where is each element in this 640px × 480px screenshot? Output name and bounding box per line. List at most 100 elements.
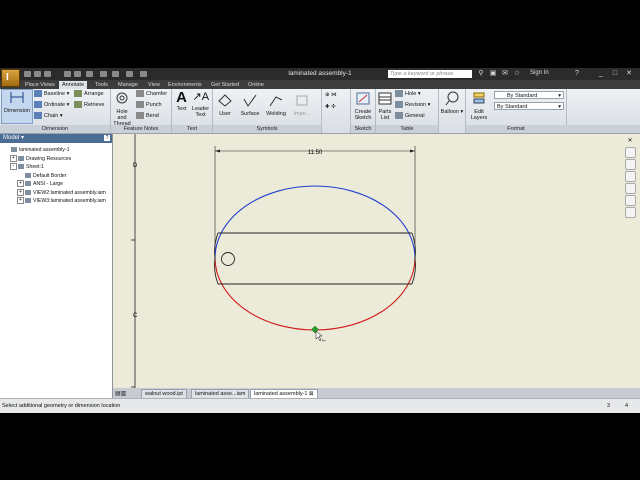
status-bar: Select additional geometry or dimension … [0, 398, 640, 413]
browser-help-icon[interactable]: ? [104, 135, 110, 141]
zoom-icon[interactable] [624, 171, 636, 182]
chain-icon [34, 112, 42, 120]
hole-thread-button[interactable]: Hole and Thread [111, 91, 133, 127]
browser-node[interactable]: Default Border [17, 172, 66, 180]
zoom-window-icon[interactable] [624, 183, 636, 194]
expand-icon[interactable]: + [10, 154, 17, 162]
tile-windows-icon[interactable]: ▤▥ [115, 390, 126, 397]
zoom-all-icon[interactable] [624, 195, 636, 206]
tree-node-icon [25, 172, 31, 178]
tab-environments[interactable]: Environments [165, 81, 205, 89]
browser-node[interactable]: + VIEW3:laminated assembly.iam [17, 197, 106, 205]
status-message: Select additional geometry or dimension … [2, 403, 121, 409]
baseline-button[interactable]: Baseline ▾ [34, 90, 69, 99]
leader-text-button[interactable]: ↗A Leader Text [190, 90, 211, 118]
communication-icon[interactable]: ✉ [500, 69, 510, 78]
upper-arc[interactable] [214, 185, 416, 259]
expand-icon[interactable]: + [17, 180, 24, 188]
tab-place-views[interactable]: Place Views [22, 81, 58, 89]
dimension-panel-label: Dimension [0, 125, 110, 133]
browser-node[interactable]: laminated assembly-1 [3, 146, 69, 154]
chamfer-button[interactable]: Chamfer [136, 90, 167, 99]
tree-node-icon [18, 155, 24, 161]
target-icon[interactable]: ⊕ ⋈ [325, 91, 337, 100]
tree-node-icon [25, 181, 31, 187]
hole-circle[interactable] [221, 252, 235, 266]
doc-tab-close-icon[interactable]: ⊠ [309, 391, 314, 397]
tab-manage[interactable]: Manage [115, 81, 141, 89]
doc-tab-laminated-assembly-1[interactable]: laminated assembly-1 ⊠ [250, 389, 318, 398]
user-symbol-button[interactable]: User [215, 93, 235, 117]
crosshair-icon[interactable]: ✚ ✣ [325, 103, 336, 112]
binoculars-icon[interactable]: ⚲ [476, 69, 486, 78]
inventor-logo-icon: I [6, 72, 9, 83]
import-button[interactable]: Impo... [290, 93, 314, 117]
dimension-icon [10, 92, 24, 103]
browser-node[interactable]: - Sheet:1 [10, 163, 44, 171]
style-combo[interactable]: By Standard ▾ [494, 91, 564, 99]
subscription-icon[interactable]: ▣ [488, 69, 498, 78]
baseline-icon [34, 90, 42, 98]
doc-tab-laminated-assembly-iam[interactable]: laminated asse...iam [191, 389, 250, 398]
close-button[interactable]: ✕ [624, 69, 634, 78]
sign-in-link[interactable]: Sign In [530, 70, 549, 76]
tab-get-started[interactable]: Get Started [208, 81, 242, 89]
doc-tab-walnut-wood[interactable]: walnut wood.ipt [141, 389, 187, 398]
leader-text-icon: ↗A [192, 91, 210, 103]
chain-button[interactable]: Chain ▾ [34, 112, 63, 121]
browser-node[interactable]: + Drawing Resources [10, 154, 71, 163]
balloon-panel: Balloon ▾ [439, 89, 466, 133]
browser-node-label: Default Border [33, 172, 67, 179]
zoom-selected-icon[interactable] [624, 207, 636, 218]
edit-layers-button[interactable]: Edit Layers [467, 91, 491, 121]
surface-button[interactable]: Surface [238, 93, 262, 117]
drawing-canvas[interactable]: D C 11.50 ⊢ ✕ [113, 134, 640, 388]
bend-button[interactable]: Bend [136, 112, 159, 121]
dimension-button[interactable]: Dimension [1, 89, 33, 124]
welding-icon [269, 96, 283, 107]
create-sketch-button[interactable]: Create Sketch [352, 91, 374, 121]
navbar-close-icon[interactable]: ✕ [626, 137, 635, 146]
text-icon: A [176, 89, 187, 106]
tab-view[interactable]: View [145, 81, 163, 89]
dimension-text[interactable]: 11.50 [308, 150, 323, 156]
balloon-button[interactable]: Balloon ▾ [440, 91, 464, 115]
revision-table-button[interactable]: Revision ▾ [395, 101, 430, 110]
collapse-icon[interactable]: - [10, 163, 17, 171]
browser-node-label: ANSI - Large [33, 181, 63, 187]
punch-icon [136, 101, 144, 109]
welding-button[interactable]: Welding [264, 93, 288, 117]
retrieve-button[interactable]: Retrieve [74, 101, 104, 110]
help-icon[interactable]: ? [572, 69, 582, 78]
hole-table-button[interactable]: Hole ▾ [395, 90, 421, 99]
expand-icon[interactable]: + [17, 197, 24, 205]
sketch-panel-label: Sketch [351, 125, 375, 133]
ribbon: Dimension Baseline ▾ Ordinate ▾ Chain ▾ … [0, 89, 640, 134]
help-search-input[interactable]: Type a keyword or phrase [388, 70, 472, 78]
layer-combo[interactable]: By Standard ▾ [494, 102, 564, 110]
browser-node[interactable]: + ANSI - Large [17, 180, 63, 188]
expand-icon[interactable]: + [17, 188, 24, 196]
application-menu-button[interactable]: I [1, 69, 20, 87]
general-table-button[interactable]: General [395, 112, 425, 121]
steering-wheel-icon[interactable] [624, 147, 636, 158]
lower-arc[interactable] [214, 257, 416, 331]
minimize-button[interactable]: _ [596, 69, 606, 78]
pan-icon[interactable] [624, 159, 636, 170]
arrange-button[interactable]: Arrange [74, 90, 104, 99]
maximize-button[interactable]: □ [610, 69, 620, 78]
browser-node[interactable]: + VIEW2:laminated assembly.iam [17, 188, 106, 197]
drawing-sheet[interactable]: D C 11.50 ⊢ [113, 134, 640, 388]
browser-header[interactable]: Model ▾ ? [0, 134, 112, 143]
tab-tools[interactable]: Tools [92, 81, 111, 89]
browser-node-label: laminated assembly-1 [19, 147, 70, 153]
ordinate-button[interactable]: Ordinate ▾ [34, 101, 69, 110]
tab-online[interactable]: Online [245, 81, 267, 89]
tab-annotate[interactable]: Annotate [59, 81, 88, 89]
hole-table-icon [395, 90, 403, 98]
text-button[interactable]: A Text [173, 90, 190, 112]
favorites-icon[interactable]: ☆ [512, 69, 522, 78]
punch-button[interactable]: Punch [136, 101, 162, 110]
hole-thread-icon [116, 92, 128, 104]
parts-list-button[interactable]: Parts List [376, 91, 394, 121]
